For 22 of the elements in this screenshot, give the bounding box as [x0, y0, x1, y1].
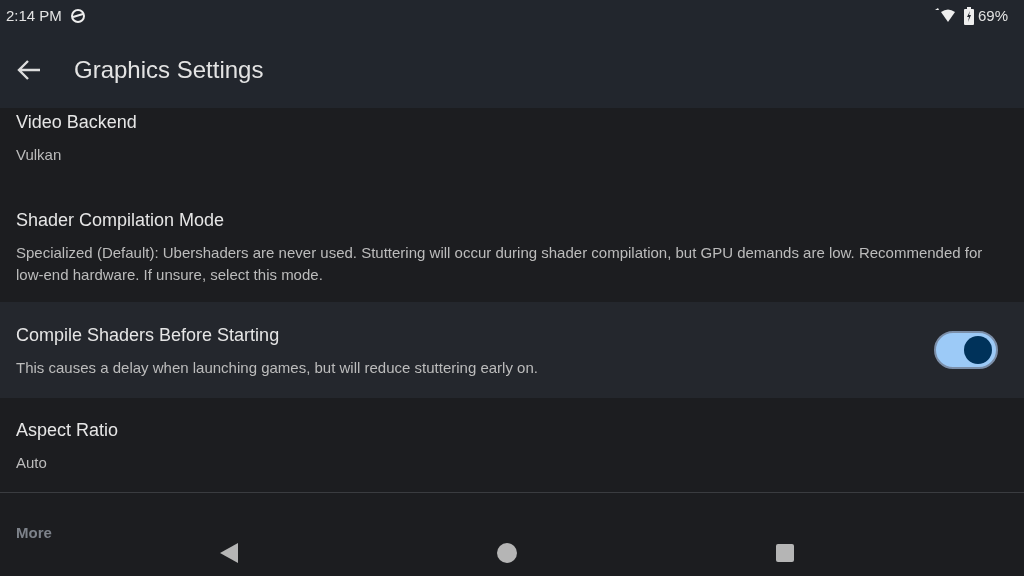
recents-icon[interactable] [775, 543, 796, 563]
setting-summary: Vulkan [16, 144, 63, 165]
setting-title: Shader Compilation Mode [16, 208, 226, 232]
setting-title: Compile Shaders Before Starting [16, 323, 281, 347]
setting-summary: This causes a delay when launching games, but will reduce stuttering early on. [16, 357, 539, 378]
setting-row[interactable]: Compile Shaders Before Starting This causes a delay when launching games, but will reduce stuttering early on. [0, 302, 1024, 398]
toggle-switch[interactable] [934, 331, 998, 369]
setting-title: Video Backend [16, 110, 138, 134]
setting-title: Aspect Ratio [16, 418, 120, 442]
setting-row[interactable]: Video Backend Vulkan [0, 108, 1024, 190]
home-icon[interactable] [496, 542, 518, 564]
battery-percent: 69% [977, 5, 1008, 26]
setting-summary: Specialized (Default): Ubershaders are never used. Stuttering will occur during shader compilation, but GPU demands are low. Recommended for low-end hardware. If unsure, select this mode. [16, 242, 984, 285]
back-nav-icon[interactable] [218, 542, 239, 564]
sync-icon [69, 8, 86, 24]
page-title: Graphics Settings [74, 55, 264, 85]
battery-icon [963, 7, 974, 25]
setting-row[interactable]: Aspect Ratio Auto [0, 398, 1024, 492]
status-time: 2:14 PM [6, 5, 62, 26]
section-header: More [16, 522, 52, 543]
setting-summary: Auto [16, 452, 48, 473]
back-icon[interactable] [16, 58, 42, 82]
